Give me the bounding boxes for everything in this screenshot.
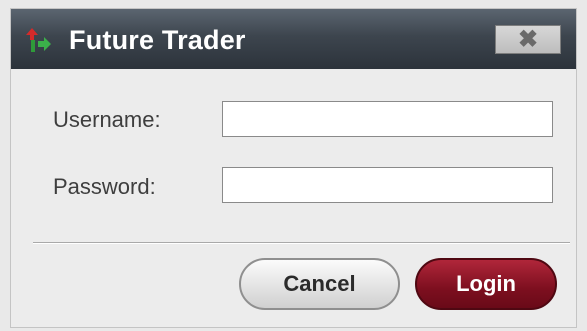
username-label: Username: [53,107,161,132]
login-dialog: Future Trader ✖ Username: Password: Canc… [10,8,577,328]
cancel-button-label: Cancel [283,271,356,296]
login-button[interactable]: Login [415,258,557,310]
login-button-label: Login [456,271,516,296]
title-bar[interactable]: Future Trader ✖ [11,9,576,69]
divider [33,242,570,244]
close-button[interactable]: ✖ [495,25,561,54]
window-title: Future Trader [69,25,246,55]
cancel-button[interactable]: Cancel [239,258,400,310]
future-trader-logo-icon [26,28,51,52]
username-input[interactable] [222,101,553,137]
password-input[interactable] [222,167,553,203]
password-label: Password: [53,174,156,199]
close-icon: ✖ [517,26,539,53]
